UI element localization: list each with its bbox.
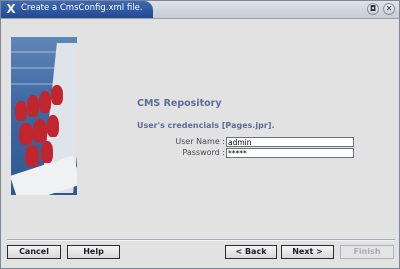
close-icon: ✕ xyxy=(385,4,393,13)
finish-button[interactable]: Finish xyxy=(340,245,394,259)
shade-button[interactable]: ◘ xyxy=(367,3,379,15)
wizard-window: X Create a CmsConfig.xml file. ◘ ✕ CMS R… xyxy=(0,0,400,269)
cancel-button[interactable]: Cancel xyxy=(7,245,61,259)
window-title: Create a CmsConfig.xml file. xyxy=(21,3,143,13)
password-field[interactable] xyxy=(226,148,354,158)
sailboat-banner-image xyxy=(11,37,77,195)
title-tab[interactable]: X Create a CmsConfig.xml file. xyxy=(1,1,153,18)
credentials-note: User's credencials [Pages.jpr]. xyxy=(137,121,275,130)
password-label: Password : xyxy=(182,148,225,157)
shade-icon: ◘ xyxy=(369,4,377,13)
next-button[interactable]: Next > xyxy=(281,245,334,259)
title-bar[interactable]: X Create a CmsConfig.xml file. ◘ ✕ xyxy=(1,1,399,19)
close-button[interactable]: ✕ xyxy=(383,3,395,15)
help-button[interactable]: Help xyxy=(67,245,120,259)
app-icon[interactable]: X xyxy=(4,2,18,16)
button-separator xyxy=(7,239,395,241)
username-label: User Name : xyxy=(175,137,225,146)
username-field[interactable] xyxy=(226,137,354,147)
back-button[interactable]: < Back xyxy=(225,245,277,259)
page-title: CMS Repository xyxy=(137,98,222,109)
